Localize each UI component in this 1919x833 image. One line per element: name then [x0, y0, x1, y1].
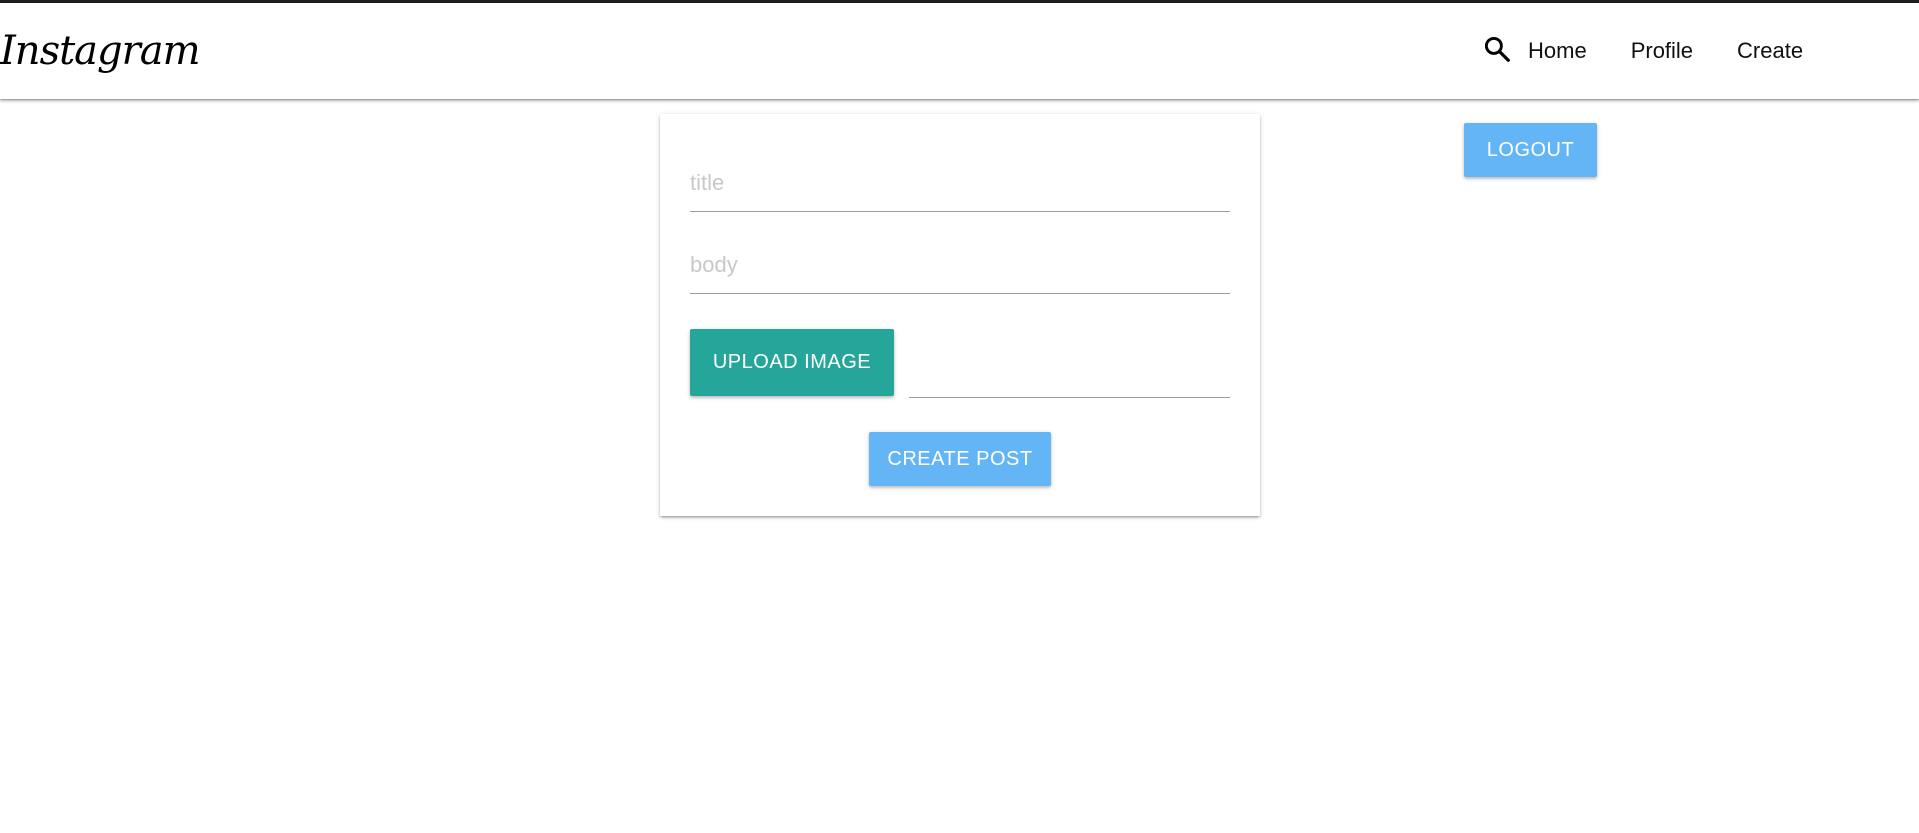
nav-link-create[interactable]: Create [1737, 38, 1803, 64]
nav-link-home[interactable]: Home [1528, 38, 1587, 64]
create-post-card: UPLOAD IMAGE CREATE POST [660, 114, 1260, 516]
nav-links: Home Profile Create [1480, 3, 1847, 99]
body-input[interactable] [690, 236, 1230, 294]
upload-image-button[interactable]: UPLOAD IMAGE [690, 329, 894, 396]
search-icon[interactable] [1480, 32, 1514, 66]
logout-button[interactable]: LOGOUT [1464, 123, 1597, 177]
brand-logo[interactable]: Instagram [0, 27, 201, 75]
create-post-button[interactable]: CREATE POST [869, 432, 1051, 486]
navbar: Instagram Home Profile Create [0, 3, 1919, 99]
nav-link-profile[interactable]: Profile [1631, 38, 1693, 64]
file-path-input[interactable] [909, 340, 1230, 398]
title-input[interactable] [690, 154, 1230, 212]
